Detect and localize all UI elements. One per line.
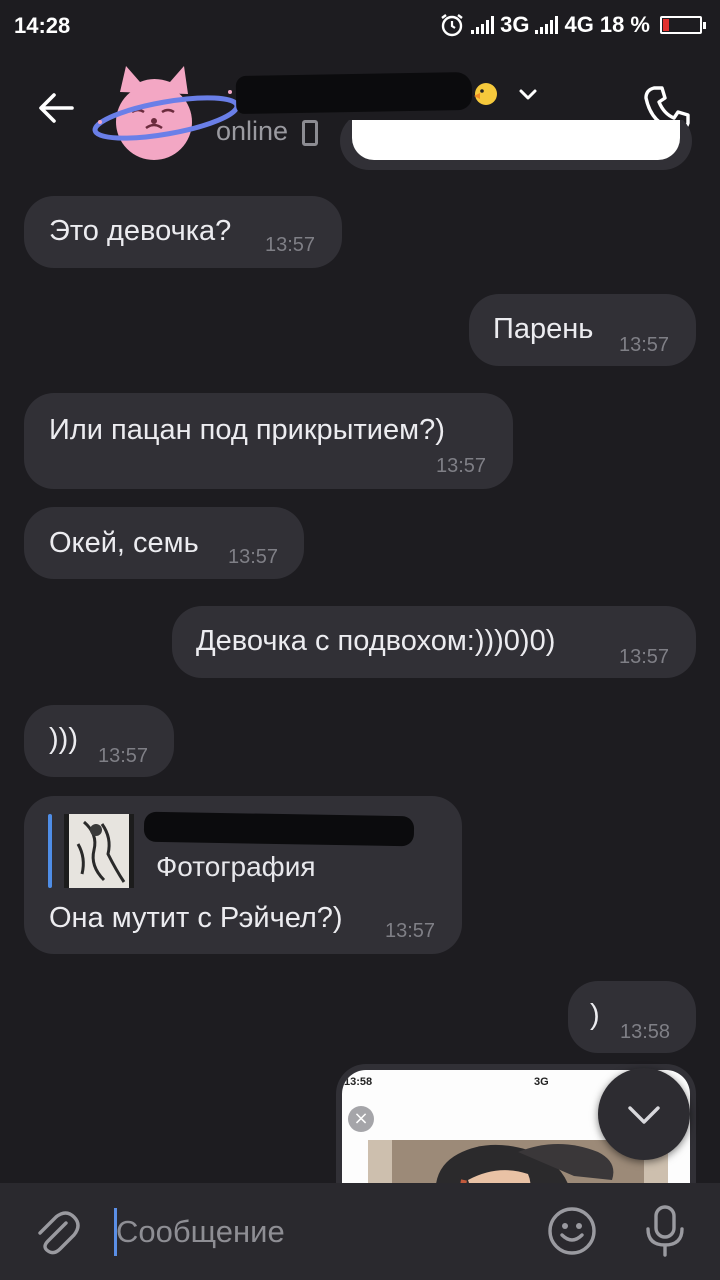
- network-label-1: 3G: [500, 12, 530, 37]
- screenshot-time: 13:58: [344, 1076, 373, 1088]
- status-bar: 14:28 3G 4G 18 %: [0, 0, 720, 52]
- message-time: 13:57: [436, 455, 487, 477]
- message-input[interactable]: [116, 1209, 516, 1255]
- message-time: 13:57: [98, 745, 149, 767]
- battery-icon: [660, 16, 706, 34]
- message-text: Она мутит с Рэйчел?): [49, 902, 343, 934]
- message-text: Окей, семь: [49, 527, 199, 559]
- message-time: 13:57: [228, 546, 279, 568]
- signal-icon-2: [535, 16, 559, 34]
- message-time: 13:58: [620, 1021, 671, 1043]
- network-label-2: 4G: [564, 12, 594, 37]
- message-bubble-with-reply[interactable]: Фотография Она мутит с Рэйчел?) 13:57: [24, 796, 462, 954]
- message-text: ))): [49, 723, 78, 755]
- message-list[interactable]: Это девочка? 13:57 Парень 13:57 Или паца…: [0, 120, 720, 1183]
- battery-fill: [663, 19, 670, 31]
- signal-icon-1: [471, 16, 495, 34]
- screenshot-network: 3G: [534, 1076, 549, 1088]
- scroll-down-button[interactable]: [598, 1068, 690, 1160]
- battery-label: 18 %: [599, 12, 650, 37]
- message-text: Это девочка?: [49, 215, 232, 247]
- message-text: ): [590, 999, 600, 1031]
- paperclip-icon[interactable]: [30, 1207, 82, 1259]
- message-text: Девочка с подвохом:)))0)0): [196, 625, 556, 657]
- redacted-reply-author: [143, 811, 415, 847]
- message-time: 13:57: [619, 646, 670, 668]
- status-time: 14:28: [14, 13, 71, 38]
- reply-kind-label: Фотография: [156, 851, 316, 882]
- message-text: Или пацан под прикрытием?): [49, 414, 445, 446]
- microphone-icon[interactable]: [640, 1203, 690, 1259]
- message-composer: [0, 1183, 720, 1280]
- message-bubble[interactable]: Или пацан под прикрытием?) 13:57: [24, 393, 513, 489]
- message-bubble[interactable]: ) 13:58: [568, 981, 696, 1053]
- message-text: Парень: [493, 313, 594, 345]
- message-time: 13:57: [265, 234, 316, 256]
- chick-emoji-icon: [474, 83, 497, 105]
- message-bubble[interactable]: Окей, семь 13:57: [24, 507, 304, 579]
- message-bubble[interactable]: Парень 13:57: [469, 294, 696, 366]
- reply-accent-bar: [48, 814, 52, 888]
- alarm-icon: [441, 14, 463, 37]
- previous-message-edge: [340, 120, 692, 170]
- message-bubble[interactable]: Это девочка? 13:57: [24, 196, 342, 268]
- emoji-icon[interactable]: [546, 1205, 598, 1257]
- message-time: 13:57: [619, 334, 670, 356]
- reply-photo-thumbnail[interactable]: [64, 814, 134, 888]
- message-bubble[interactable]: Девочка с подвохом:)))0)0) 13:57: [172, 606, 696, 678]
- close-icon: ×: [348, 1106, 374, 1132]
- message-time: 13:57: [385, 920, 436, 942]
- message-bubble[interactable]: ))) 13:57: [24, 705, 174, 777]
- redacted-contact-name: [235, 71, 473, 115]
- chevron-down-icon[interactable]: [514, 82, 542, 106]
